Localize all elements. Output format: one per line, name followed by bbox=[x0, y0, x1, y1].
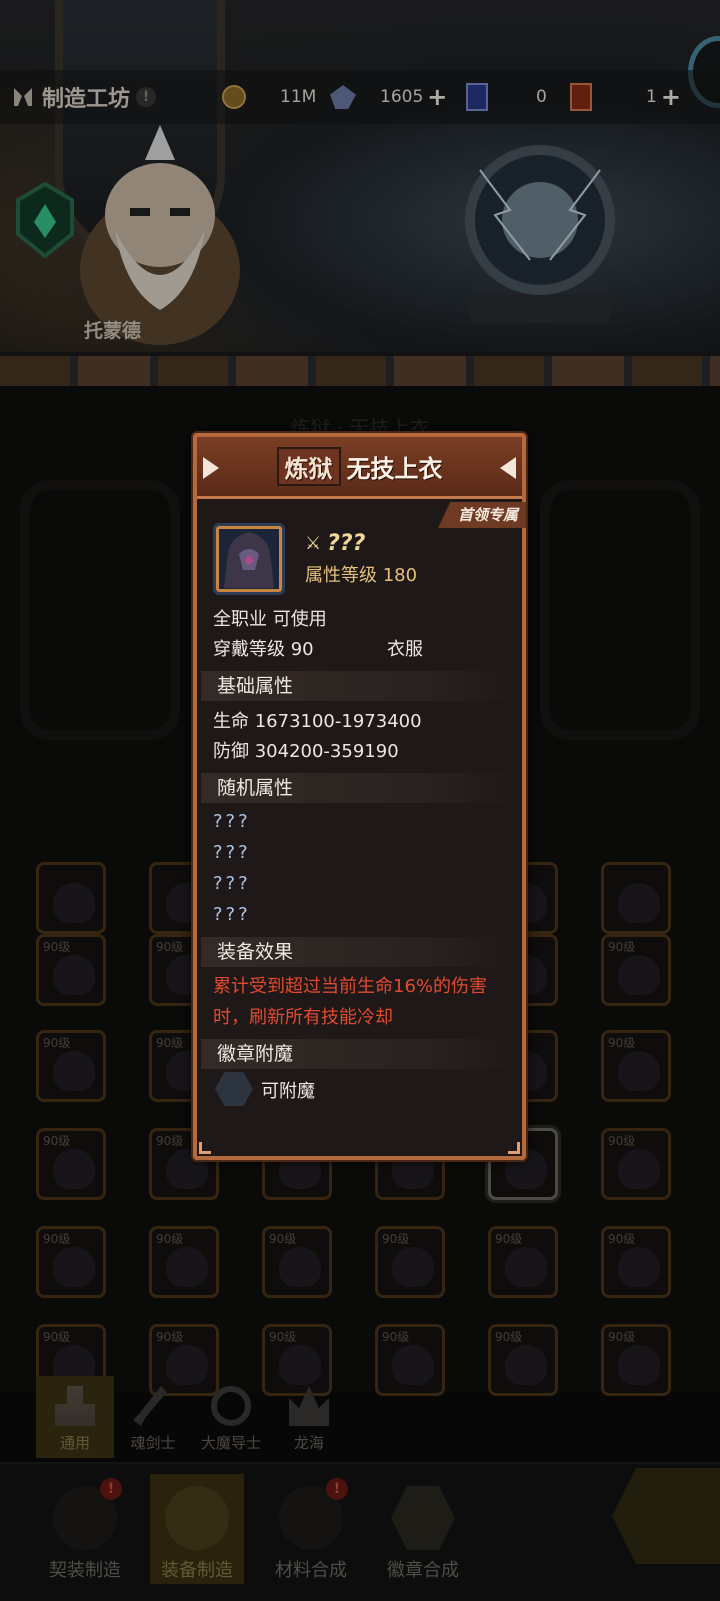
equipment-effect-header: 装备效果 bbox=[201, 937, 514, 967]
equipment-effect-text: 累计受到超过当前生命16%的伤害时，刷新所有技能冷却 bbox=[213, 976, 488, 1028]
boss-exclusive-badge: 首领专属 bbox=[437, 502, 526, 528]
base-attributes-header: 基础属性 bbox=[201, 671, 514, 701]
random-attribute: ??? bbox=[213, 904, 251, 925]
attribute-level: 属性等级 180 bbox=[305, 565, 418, 586]
usable-class: 全职业 可使用 bbox=[213, 609, 327, 630]
wear-level: 穿戴等级 90 bbox=[213, 639, 314, 660]
item-name: ⚔ ??? bbox=[305, 531, 365, 556]
item-armor-icon bbox=[213, 523, 285, 595]
prev-item-arrow-icon[interactable] bbox=[203, 457, 219, 479]
random-attributes-header: 随机属性 bbox=[201, 773, 514, 803]
random-attribute: ??? bbox=[213, 842, 251, 863]
enchantable-label: 可附魔 bbox=[261, 1081, 315, 1102]
corner-ornament bbox=[508, 1142, 520, 1154]
item-detail-modal: 炼狱 无技上衣 首领专属 ⚔ ??? 属性等级 180 全职业 可使用 穿戴等级… bbox=[193, 433, 526, 1160]
modal-header: 炼狱 无技上衣 bbox=[197, 437, 522, 499]
sword-icon: ⚔ bbox=[305, 533, 322, 554]
robe-icon bbox=[224, 532, 274, 588]
defense-range: 防御 304200-359190 bbox=[213, 741, 399, 762]
tier-tag: 炼狱 bbox=[276, 447, 341, 486]
corner-ornament bbox=[199, 1142, 211, 1154]
next-item-arrow-icon[interactable] bbox=[500, 457, 516, 479]
badge-slot-hexagon-icon[interactable] bbox=[215, 1072, 253, 1106]
item-name-text: ??? bbox=[327, 531, 366, 556]
item-title: 无技上衣 bbox=[346, 455, 443, 483]
hp-range: 生命 1673100-1973400 bbox=[213, 711, 422, 732]
random-attribute: ??? bbox=[213, 811, 251, 832]
badge-enchant-header: 徽章附魔 bbox=[201, 1039, 514, 1069]
slot-type: 衣服 bbox=[387, 639, 423, 660]
random-attribute: ??? bbox=[213, 873, 251, 894]
